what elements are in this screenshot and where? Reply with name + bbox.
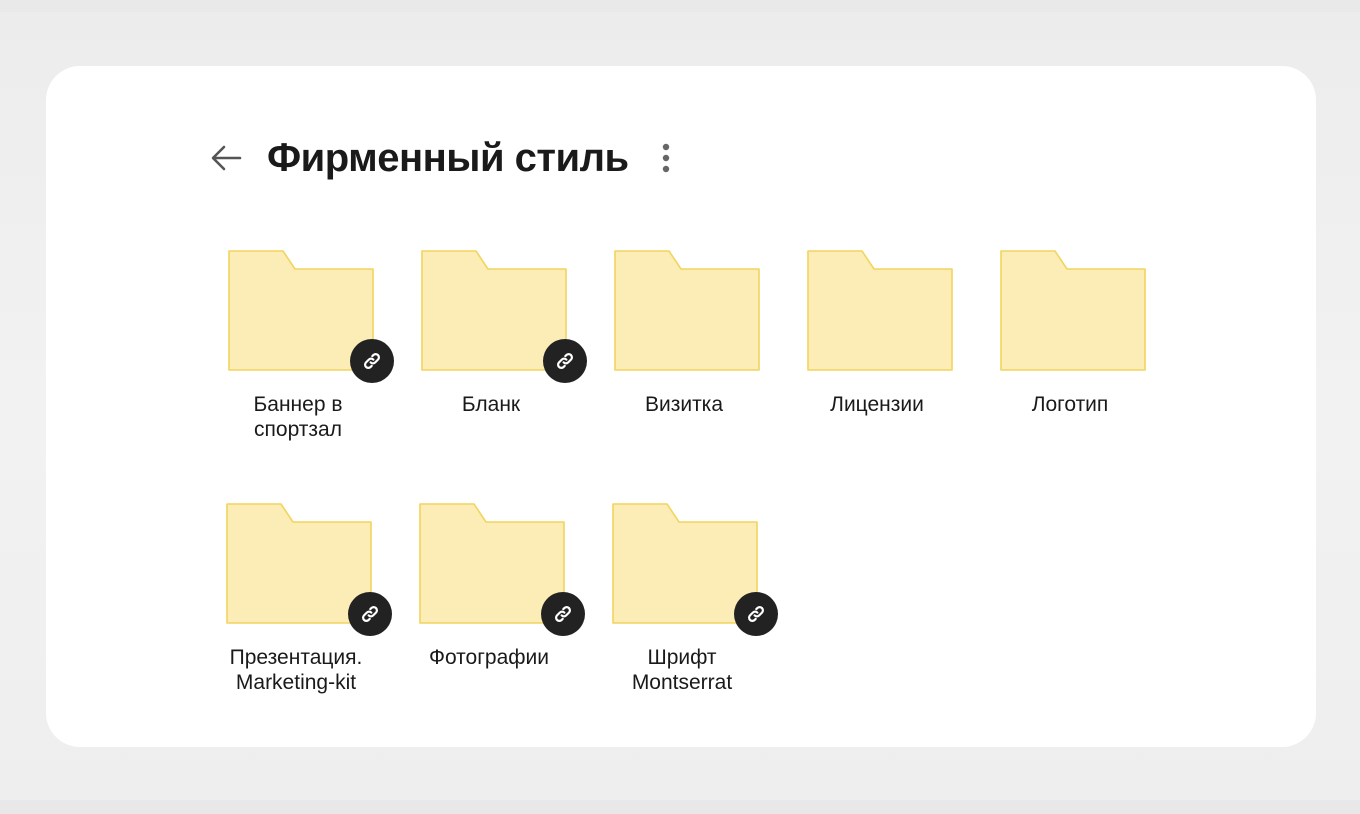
folder-name: Визитка — [644, 393, 724, 416]
shared-link-badge — [543, 339, 587, 383]
folder-name: Баннер в спортзал — [253, 393, 343, 441]
link-icon — [748, 606, 764, 622]
page-title: Фирменный стиль — [267, 135, 629, 180]
link-icon — [364, 353, 380, 369]
shared-link-badge — [350, 339, 394, 383]
folder-item[interactable]: Лицензии — [787, 244, 967, 454]
folder-name: Шрифт Montserrat — [631, 646, 733, 694]
folder-name: Логотип — [1031, 393, 1109, 416]
folder-name: Презентация. Marketing-kit — [229, 646, 363, 694]
folder-icon — [1000, 250, 1146, 371]
folder-item[interactable]: Визитка — [594, 244, 774, 454]
link-icon — [557, 353, 573, 369]
folder-item[interactable]: Фотографии — [399, 497, 585, 707]
folder-icon — [614, 250, 760, 371]
folder-name: Лицензии — [830, 393, 924, 416]
window-top-band — [0, 0, 1360, 12]
kebab-menu-icon — [662, 143, 669, 173]
folder-item[interactable]: Баннер в спортзал — [208, 244, 394, 454]
shared-link-badge — [734, 592, 778, 636]
more-options-button[interactable] — [654, 138, 678, 178]
shared-link-badge — [541, 592, 585, 636]
folder-name: Бланк — [461, 393, 521, 416]
shared-link-badge — [348, 592, 392, 636]
arrow-left-icon — [211, 145, 242, 171]
folder-icon — [807, 250, 953, 371]
folder-panel: Фирменный стиль Баннер в спортзал Бланк Ви… — [46, 66, 1316, 747]
folder-item[interactable]: Логотип — [980, 244, 1160, 454]
folder-item[interactable]: Бланк — [401, 244, 587, 454]
window-bottom-band — [0, 800, 1360, 814]
link-icon — [555, 606, 571, 622]
link-icon — [362, 606, 378, 622]
folder-item[interactable]: Презентация. Marketing-kit — [206, 497, 392, 707]
page-header: Фирменный стиль — [208, 130, 678, 186]
folder-name: Фотографии — [428, 646, 549, 669]
folder-item[interactable]: Шрифт Montserrat — [592, 497, 778, 707]
back-button[interactable] — [208, 140, 244, 176]
